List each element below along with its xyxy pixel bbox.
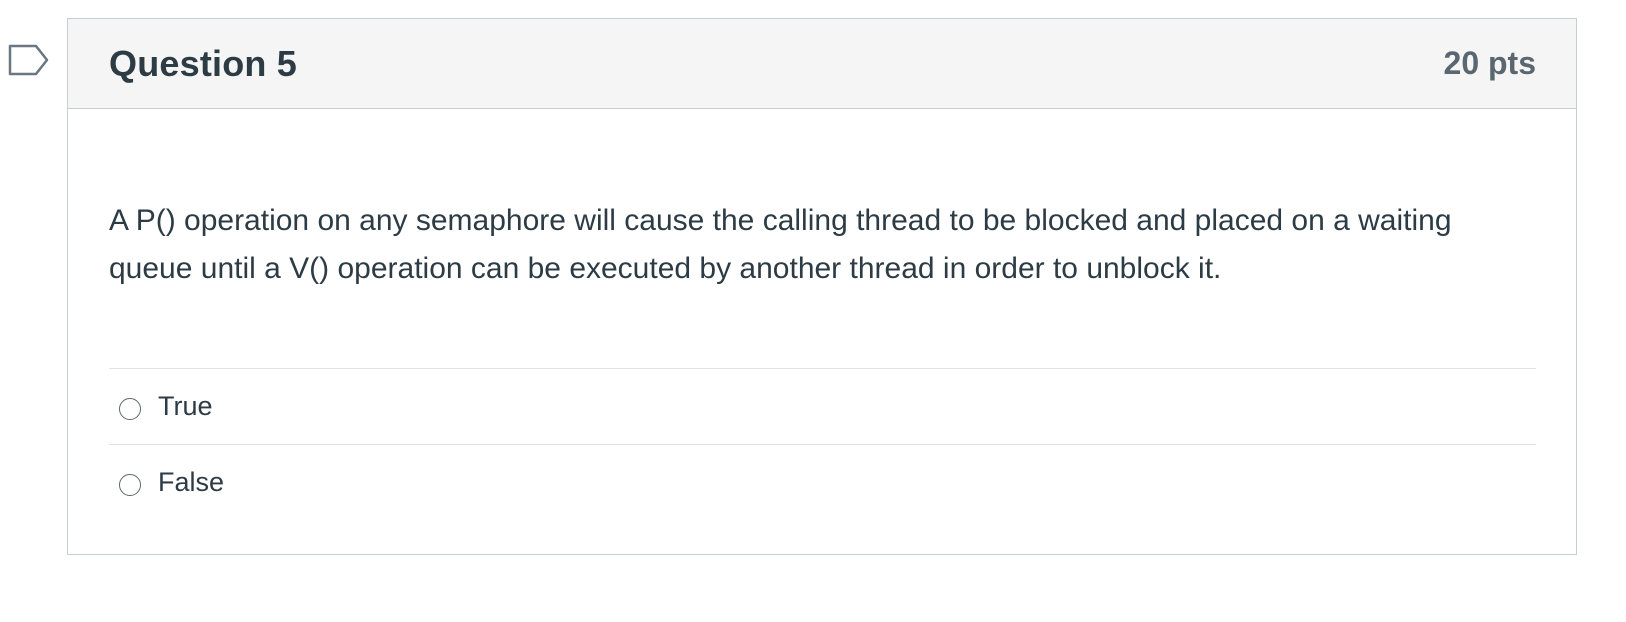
answer-option-true[interactable]: True xyxy=(109,368,1536,444)
answer-option-false[interactable]: False xyxy=(109,444,1536,520)
answer-list: True False xyxy=(109,368,1536,520)
answer-label: False xyxy=(158,467,225,497)
radio-button-true[interactable] xyxy=(119,397,141,420)
question-title: Question 5 xyxy=(109,42,298,84)
question-points: 20 pts xyxy=(1443,45,1536,81)
flag-question-button[interactable] xyxy=(8,44,50,78)
flag-question-icon xyxy=(8,44,49,76)
question-header: Question 5 20 pts xyxy=(68,19,1576,109)
question-card: Question 5 20 pts A P() operation on any… xyxy=(67,18,1577,555)
radio-button-false[interactable] xyxy=(119,473,141,496)
question-text: A P() operation on any semaphore will ca… xyxy=(109,204,1452,285)
answer-label: True xyxy=(158,391,213,421)
question-body: A P() operation on any semaphore will ca… xyxy=(68,197,1576,520)
